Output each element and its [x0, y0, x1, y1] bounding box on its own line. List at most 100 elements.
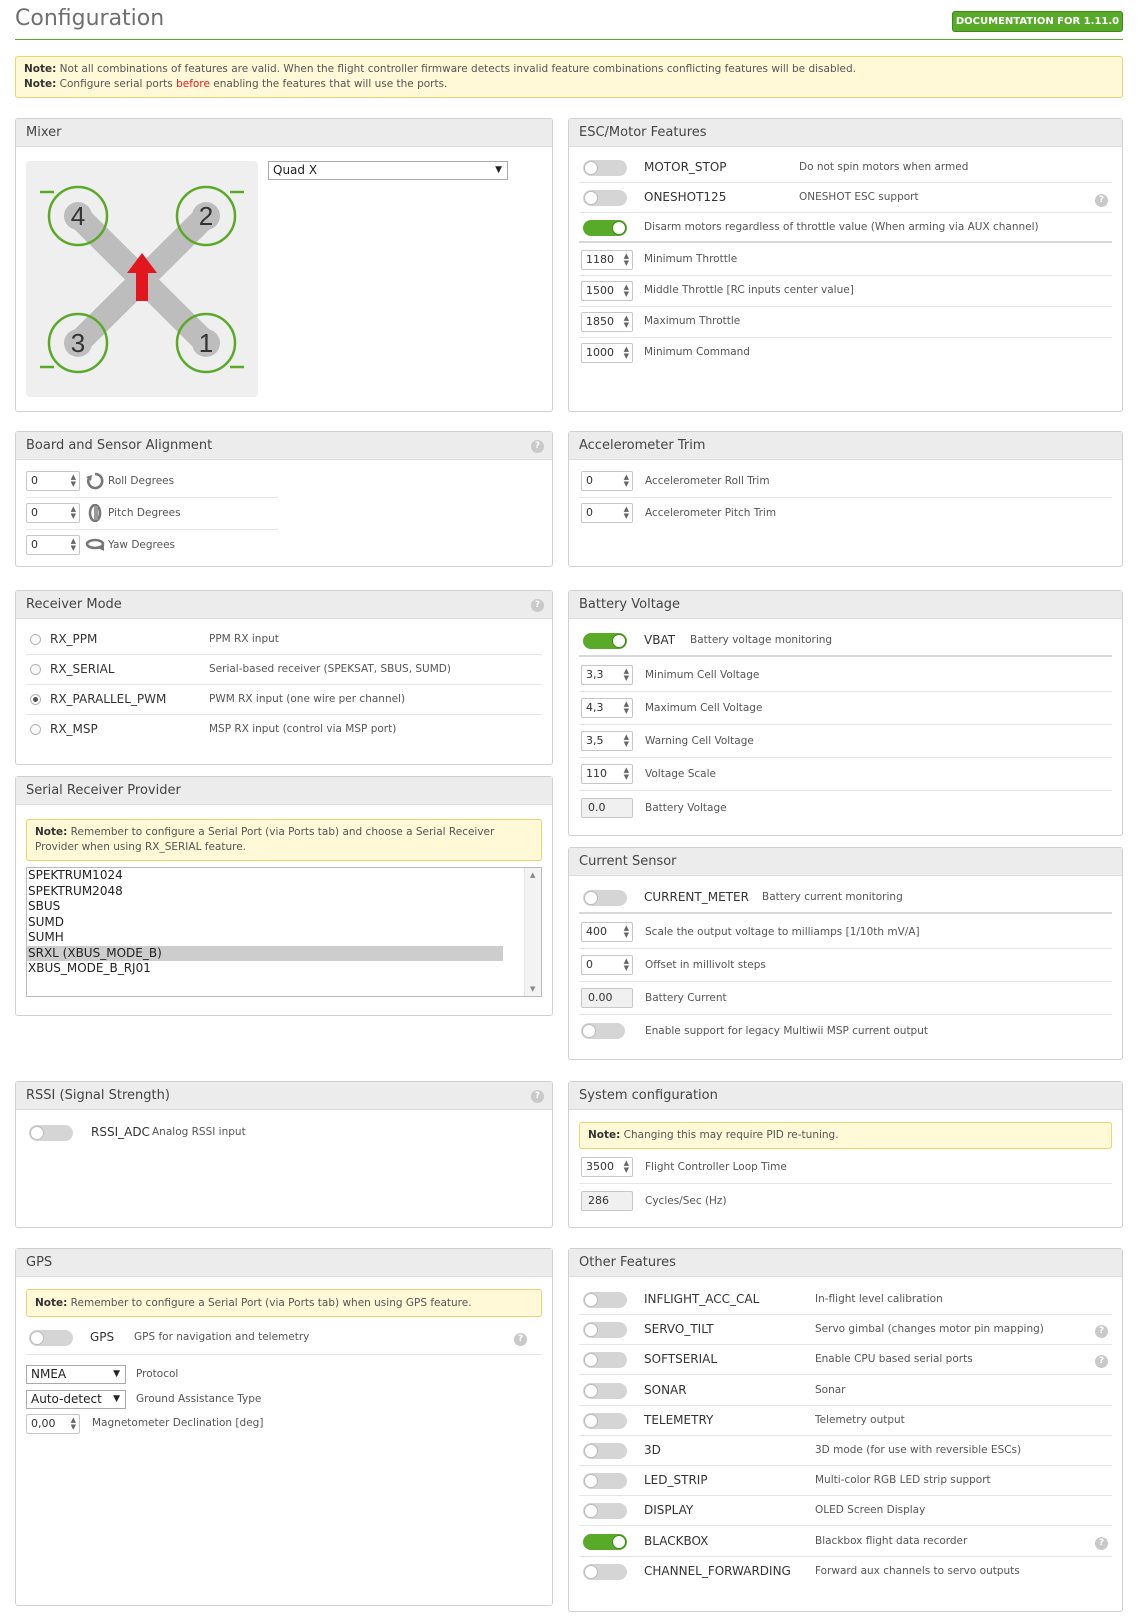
current-meter-toggle[interactable] — [583, 890, 627, 906]
note-bold: Note: — [24, 78, 57, 90]
panel-title: RSSI (Signal Strength)? — [16, 1082, 552, 1110]
note-text: enabling the features that will use the … — [209, 78, 448, 90]
motor-stop-toggle[interactable] — [583, 160, 627, 176]
mode-desc: PPM RX input — [209, 633, 279, 645]
current-scale-input[interactable]: 400 ▲ ▼ — [581, 922, 633, 942]
roll-degrees-input[interactable]: 0 ▲ ▼ — [26, 471, 80, 491]
inflight-acc-cal-toggle[interactable] — [583, 1292, 627, 1308]
mid-throttle-input[interactable]: 1500 ▲ ▼ — [581, 281, 633, 301]
feature-row: ONESHOT125 ONESHOT ESC support ? — [579, 183, 1112, 213]
blackbox-toggle[interactable] — [583, 1533, 627, 1550]
feature-name: DISPLAY — [644, 1503, 694, 1518]
field-label: Battery Voltage — [645, 802, 727, 814]
field-label: Ground Assistance Type — [136, 1393, 262, 1405]
documentation-button[interactable]: DOCUMENTATION FOR 1.11.0 — [952, 11, 1123, 32]
list-item[interactable]: SBUS — [27, 899, 503, 915]
3d-toggle[interactable] — [583, 1443, 627, 1459]
min-cell-voltage-input[interactable]: 3,3 ▲ ▼ — [581, 665, 633, 685]
list-item[interactable]: SUMD — [27, 915, 503, 931]
gps-note: Note: Remember to configure a Serial Por… — [26, 1289, 542, 1317]
list-item[interactable]: SPEKTRUM1024 — [27, 868, 503, 884]
field-label: Accelerometer Roll Trim — [645, 475, 770, 487]
field-label: Scale the output voltage to milliamps [1… — [645, 926, 920, 938]
help-icon[interactable]: ? — [514, 1333, 527, 1346]
help-icon[interactable]: ? — [531, 599, 544, 612]
help-icon[interactable]: ? — [531, 440, 544, 453]
rx-ppm-radio[interactable] — [30, 634, 41, 645]
oneshot125-toggle[interactable] — [583, 190, 627, 206]
rx-parallel-pwm-radio[interactable] — [30, 694, 41, 705]
spinner-icon: ▲ ▼ — [70, 505, 76, 520]
voltage-scale-input[interactable]: 110 ▲ ▼ — [581, 764, 633, 784]
feature-name: SERVO_TILT — [644, 1322, 714, 1337]
feature-desc: Blackbox flight data recorder — [815, 1534, 968, 1547]
softserial-toggle[interactable] — [583, 1352, 627, 1369]
led-strip-toggle[interactable] — [583, 1473, 627, 1490]
field-row: 1000 ▲ ▼ Minimum Command — [579, 338, 1112, 369]
min-throttle-input[interactable]: 1180 ▲ ▼ — [581, 250, 633, 270]
field-label: Flight Controller Loop Time — [645, 1161, 787, 1173]
pitch-degrees-input[interactable]: 0 ▲ ▼ — [26, 503, 80, 523]
loop-time-input[interactable]: 3500 ▲ ▼ — [581, 1157, 633, 1177]
legacy-msp-current-toggle[interactable] — [581, 1023, 625, 1039]
mixer-select[interactable]: Quad X ▼ — [268, 161, 508, 180]
max-throttle-input[interactable]: 1850 ▲ ▼ — [581, 312, 633, 332]
scrollbar[interactable]: ▲ ▼ — [524, 868, 541, 996]
servo-tilt-toggle[interactable] — [583, 1322, 627, 1339]
max-cell-voltage-input[interactable]: 4,3 ▲ ▼ — [581, 698, 633, 718]
help-icon[interactable]: ? — [1095, 1355, 1108, 1369]
display-toggle[interactable] — [583, 1503, 627, 1520]
motor-label-4: 4 — [71, 201, 85, 231]
gps-toggle[interactable] — [29, 1330, 73, 1346]
spinner-icon: ▲ ▼ — [70, 473, 76, 488]
channel-forwarding-toggle[interactable] — [583, 1563, 627, 1580]
feature-name: RSSI_ADC — [91, 1125, 150, 1139]
field-row: 1500 ▲ ▼ Middle Throttle [RC inputs center… — [579, 276, 1112, 307]
feature-row: CURRENT_METER Battery current monitoring — [579, 882, 1112, 914]
help-icon[interactable]: ? — [1095, 1536, 1108, 1550]
acc-roll-trim-input[interactable]: 0 ▲ ▼ — [581, 471, 633, 491]
acc-pitch-trim-input[interactable]: 0 ▲ ▼ — [581, 503, 633, 523]
yaw-degrees-input[interactable]: 0 ▲ ▼ — [26, 535, 80, 555]
feature-row: DISPLAY OLED Screen Display — [579, 1496, 1112, 1527]
field-row: 0.00 Battery Current — [579, 982, 1112, 1015]
rx-msp-radio[interactable] — [30, 724, 41, 735]
gps-protocol-select[interactable]: NMEA ▼ — [26, 1365, 126, 1384]
list-item[interactable]: SPEKTRUM2048 — [27, 884, 503, 900]
list-item[interactable]: XBUS_MODE_B_RJ01 — [27, 961, 503, 977]
field-row: 0 ▲ ▼ Accelerometer Pitch Trim — [579, 498, 1112, 530]
field-value: 400 — [586, 925, 607, 938]
vbat-toggle[interactable] — [583, 633, 627, 649]
receiver-mode-row: RX_MSP MSP RX input (control via MSP por… — [26, 715, 542, 745]
gps-ground-assist-select[interactable]: Auto-detect ▼ — [26, 1390, 126, 1409]
warning-cell-voltage-input[interactable]: 3,5 ▲ ▼ — [581, 731, 633, 751]
rssi-adc-toggle[interactable] — [29, 1125, 73, 1141]
feature-desc: GPS for navigation and telemetry — [134, 1331, 310, 1343]
receiver-mode-row: RX_SERIAL Serial-based receiver (SPEKSAT… — [26, 655, 542, 685]
mag-declination-input[interactable]: 0,00 ▲ ▼ — [26, 1414, 80, 1434]
field-label: Battery Current — [645, 992, 727, 1004]
min-command-input[interactable]: 1000 ▲ ▼ — [581, 343, 633, 363]
sonar-toggle[interactable] — [583, 1382, 627, 1399]
feature-row: CHANNEL_FORWARDING Forward aux channels t… — [579, 1557, 1112, 1587]
board-alignment-panel: Board and Sensor Alignment? 0 ▲ ▼ Roll Deg… — [15, 431, 553, 567]
list-item-selected[interactable]: SRXL (XBUS_MODE_B) — [27, 945, 503, 961]
field-row: 286 Cycles/Sec (Hz) — [579, 1184, 1112, 1218]
feature-desc: ONESHOT ESC support — [799, 191, 919, 203]
feature-name: TELEMETRY — [644, 1412, 714, 1427]
help-icon[interactable]: ? — [1095, 1325, 1108, 1339]
disarm-toggle[interactable] — [583, 220, 627, 236]
current-offset-input[interactable]: 0 ▲ ▼ — [581, 955, 633, 975]
feature-name: CURRENT_METER — [644, 890, 749, 904]
mode-desc: PWM RX input (one wire per channel) — [209, 693, 406, 705]
list-item[interactable]: SUMH — [27, 930, 503, 946]
esc-motor-panel: ESC/Motor Features MOTOR_STOP Do not spi… — [568, 118, 1123, 412]
feature-name: CHANNEL_FORWARDING — [644, 1563, 791, 1578]
help-icon[interactable]: ? — [1095, 194, 1108, 207]
field-row: 3,3 ▲ ▼ Minimum Cell Voltage — [579, 659, 1112, 692]
field-row: 0 ▲ ▼ Pitch Degrees — [26, 498, 278, 530]
rx-serial-radio[interactable] — [30, 664, 41, 675]
help-icon[interactable]: ? — [531, 1090, 544, 1103]
serial-rx-provider-list[interactable]: SPEKTRUM1024 SPEKTRUM2048 SBUS SUMD SUMH… — [26, 867, 542, 997]
telemetry-toggle[interactable] — [583, 1412, 627, 1429]
